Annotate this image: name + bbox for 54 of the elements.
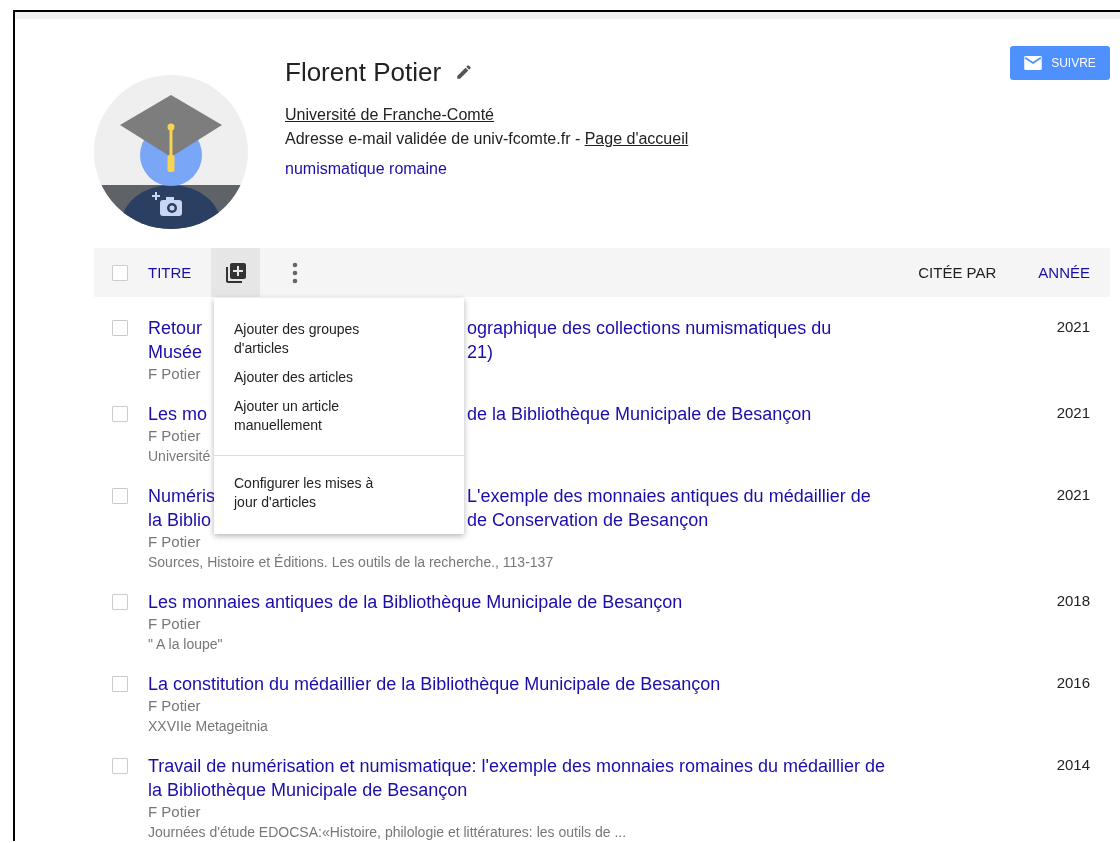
article-authors: F Potier (148, 426, 201, 446)
article-authors: F Potier (148, 696, 201, 716)
edit-icon[interactable] (455, 63, 474, 81)
menu-item[interactable]: Ajouter des groupes d'articles (214, 316, 464, 364)
row-checkbox[interactable] (112, 406, 128, 422)
article-title-link[interactable]: La constitution du médaillier de la Bibliothèque Municipale de Besançon (148, 672, 721, 696)
article-authors: F Potier (148, 364, 201, 384)
article-authors: F Potier (148, 802, 201, 822)
interest-link[interactable]: numismatique romaine (285, 160, 447, 178)
article-title-link[interactable]: Les mo (148, 402, 215, 426)
homepage-link[interactable]: Page d'accueil (584, 130, 689, 147)
article-title-link[interactable]: ographique des collections numismatiques du (467, 316, 832, 340)
article-title-link[interactable]: Musée (148, 340, 215, 364)
row-checkbox[interactable] (112, 320, 128, 336)
article-venue: Université (148, 447, 211, 466)
mail-icon (1024, 56, 1043, 70)
menu-item[interactable]: Ajouter un article manuellement (214, 393, 464, 441)
article-title-link[interactable]: Retour (148, 316, 215, 340)
profile-name: Florent Potier (285, 56, 442, 88)
article-year: 2021 (1056, 318, 1090, 335)
article-authors: F Potier (148, 614, 201, 634)
article-venue: XXVIIe Metageitnia (148, 717, 268, 736)
row-checkbox[interactable] (112, 758, 128, 774)
article-title-link[interactable]: de Conservation de Besançon (467, 508, 709, 532)
add-button[interactable] (211, 248, 261, 297)
article-title-link[interactable]: la Biblio (148, 508, 215, 532)
article-title-link[interactable]: Les monnaies antiques de la Bibliothèque Municipale de Besançon (148, 590, 683, 614)
row-checkbox[interactable] (112, 676, 128, 692)
article-authors: F Potier (148, 532, 201, 552)
article-title-link[interactable]: 21) (467, 340, 493, 364)
article-year: 2016 (1056, 674, 1090, 691)
article-venue: Journées d'étude EDOCSA:«Histoire, philologie et littératures: les outils de ... (148, 823, 627, 841)
row-checkbox[interactable] (112, 488, 128, 504)
year-sort-link[interactable]: ANNÉE (1038, 264, 1090, 281)
select-all-checkbox[interactable] (112, 264, 128, 281)
add-library-icon (223, 260, 248, 285)
article-title-link[interactable]: Travail de numérisation et numismatique: l'exemple des monnaies romaines du médaillier de la Bibliothèque Municipale de Besançon (148, 754, 893, 802)
article-title-link[interactable]: de la Bibliothèque Municipale de Besançon (467, 402, 812, 426)
article-venue: " A la loupe" (148, 635, 223, 654)
article-year: 2021 (1056, 404, 1090, 421)
more-options-icon[interactable] (292, 261, 299, 284)
article-year: 2021 (1056, 486, 1090, 503)
article-venue: Sources, Histoire et Éditions. Les outils de la recherche., 113-137 (148, 553, 554, 572)
article-title-link[interactable]: Numéris (148, 484, 215, 508)
menu-item[interactable]: Configurer les mises à jour d'articles (214, 470, 464, 518)
title-sort-link[interactable]: TITRE (148, 264, 192, 281)
article-year: 2018 (1056, 592, 1090, 609)
cited-by-header[interactable]: CITÉE PAR (918, 264, 997, 281)
row-checkbox[interactable] (112, 594, 128, 610)
article-year: 2014 (1056, 756, 1090, 773)
email-note: Adresse e-mail validée de univ-fcomte.fr - (285, 130, 582, 147)
affiliation-link[interactable]: Université de Franche-Comté (285, 106, 494, 124)
article-title-link[interactable]: L'exemple des monnaies antiques du médaillier de (467, 484, 871, 508)
menu-item[interactable]: Ajouter des articles (214, 364, 464, 393)
